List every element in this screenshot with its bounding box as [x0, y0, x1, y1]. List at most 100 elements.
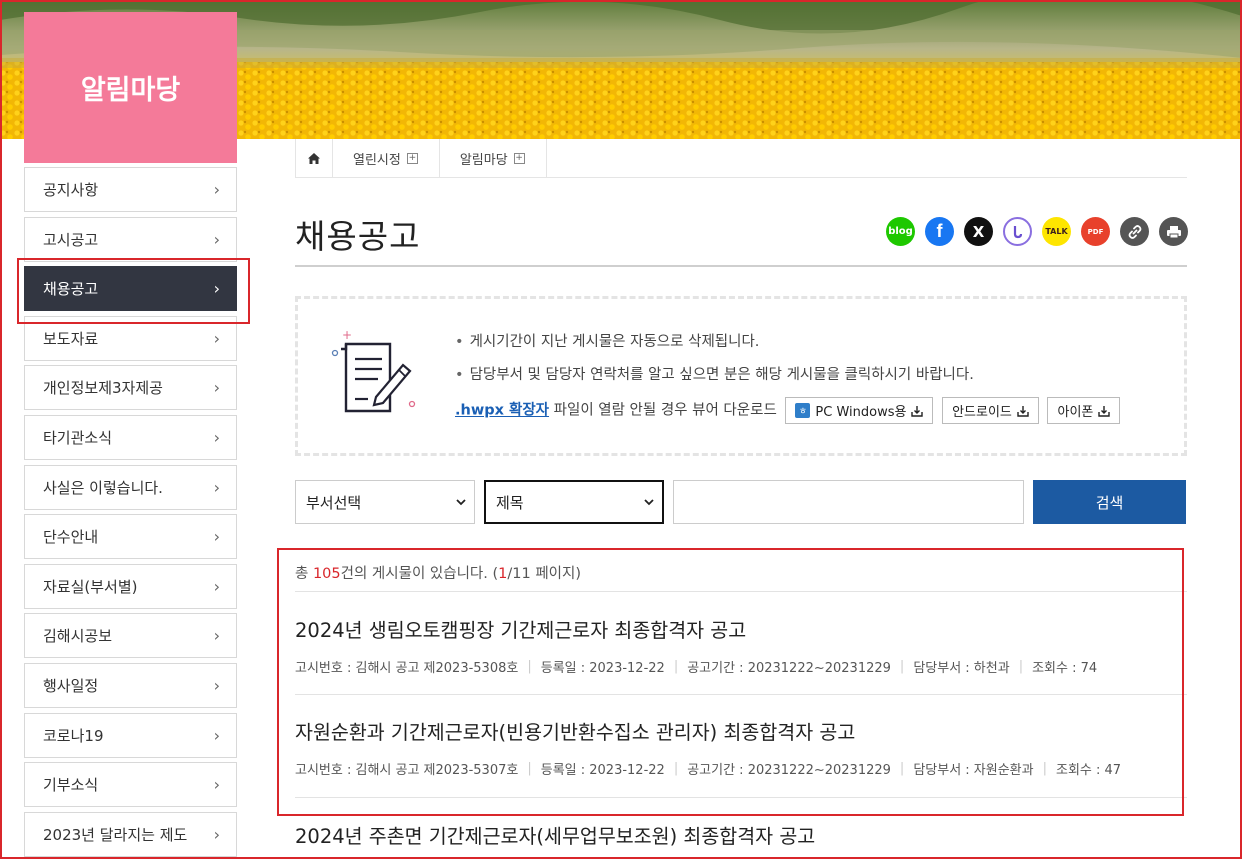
chevron-down-icon [644, 498, 654, 505]
search-field-select[interactable]: 제목 [484, 480, 664, 524]
facebook-icon[interactable]: f [925, 217, 954, 246]
title-divider [295, 265, 1187, 267]
x-icon[interactable]: X [964, 217, 993, 246]
download-android-button[interactable]: 안드로이드 [942, 397, 1039, 424]
post-title[interactable]: 2024년 생림오토캠핑장 기간제근로자 최종합격자 공고 [295, 614, 1187, 643]
results-summary: 총 105건의 게시물이 있습니다. (1/11 페이지) [295, 566, 581, 582]
post-title[interactable]: 자원순환과 기간제근로자(빈용기반환수집소 관리자) 최종합격자 공고 [295, 716, 1187, 745]
sidebar-item-privacy-third-party[interactable]: 개인정보제3자제공 › [24, 365, 237, 411]
total-count: 105 [312, 566, 341, 582]
link-glyph [1128, 224, 1141, 239]
share-toolbar: blog f X TALK PDF [886, 217, 1188, 246]
list-item[interactable]: 2024년 주촌면 기간제근로자(세무업무보조원) 최종합격자 공고 [295, 820, 1187, 849]
sidebar-item-2023-changes[interactable]: 2023년 달라지는 제도 › [24, 811, 237, 857]
notice-line-1: • 게시기간이 지난 게시물은 자동으로 삭제됩니다. [455, 334, 760, 350]
chevron-right-icon: › [213, 626, 220, 646]
sidebar-item-events[interactable]: 행사일정 › [24, 662, 237, 708]
hwpx-link[interactable]: .hwpx 확장자 [455, 403, 549, 419]
sidebar-item-label: 행사일정 [43, 676, 99, 695]
svg-text:+: + [342, 329, 352, 342]
post-divider [295, 797, 1187, 798]
select-value: 부서선택 [306, 493, 362, 512]
sidebar-item-label: 2023년 달라지는 제도 [43, 825, 188, 844]
sidebar-item-label: 사실은 이렇습니다. [43, 478, 163, 497]
chevron-right-icon: › [213, 279, 220, 299]
department-select[interactable]: 부서선택 [295, 480, 475, 524]
plus-icon: + [513, 152, 525, 164]
plus-icon: + [406, 152, 418, 164]
sidebar-item-label: 기부소식 [43, 776, 99, 795]
link-icon[interactable] [1120, 217, 1149, 246]
hwpx-text: 파일이 열람 안될 경우 뷰어 다운로드 [549, 402, 777, 419]
chevron-right-icon: › [213, 229, 220, 249]
notice-line-3: .hwpx 확장자 파일이 열람 안될 경우 뷰어 다운로드 ㅎ PC Windo… [455, 397, 1121, 424]
download-iphone-button[interactable]: 아이폰 [1047, 397, 1121, 424]
sidebar-item-covid19[interactable]: 코로나19 › [24, 712, 237, 758]
breadcrumb-item-open-city[interactable]: 열린시정 + [333, 139, 440, 177]
sidebar-item-other-agencies[interactable]: 타기관소식 › [24, 414, 237, 460]
summary-divider [295, 591, 1187, 592]
hangul-viewer-icon: ㅎ [795, 403, 811, 418]
sidebar-item-notices[interactable]: 공지사항 › [24, 167, 237, 212]
chevron-right-icon: › [213, 725, 220, 745]
sidebar-item-city-bulletin[interactable]: 김해시공보 › [24, 613, 237, 659]
chevron-right-icon: › [213, 477, 220, 497]
info-notice-box: + • 게시기간이 지난 게시물은 자동으로 삭제됩니다. • 담당부서 및 담당자… [295, 296, 1187, 456]
select-value: 제목 [496, 493, 524, 512]
sidebar-item-label: 채용공고 [43, 280, 99, 299]
download-icon [1098, 405, 1111, 417]
chevron-right-icon: › [213, 527, 220, 547]
sidebar-item-recruitment[interactable]: 채용공고 › [24, 266, 237, 312]
sidebar-item-donations[interactable]: 기부소식 › [24, 762, 237, 808]
sidebar-item-label: 단수안내 [43, 528, 99, 547]
download-label: 아이폰 [1057, 405, 1094, 420]
document-pen-icon: + [331, 329, 416, 413]
post-divider [295, 694, 1187, 695]
chevron-right-icon: › [213, 427, 220, 447]
sidebar-item-label: 공지사항 [43, 181, 99, 199]
home-link[interactable] [295, 139, 333, 177]
download-label: 안드로이드 [952, 405, 1012, 420]
breadcrumb-item-notice-board[interactable]: 알림마당 + [440, 139, 547, 177]
blog-icon[interactable]: blog [886, 217, 915, 246]
kakaotalk-icon[interactable]: TALK [1042, 217, 1071, 246]
print-icon[interactable] [1159, 217, 1188, 246]
current-page: 1 [498, 566, 508, 582]
sidebar-item-announcements[interactable]: 고시공고 › [24, 216, 237, 262]
download-pc-windows-button[interactable]: ㅎ PC Windows용 [785, 397, 934, 424]
sidebar-item-fact-check[interactable]: 사실은 이렇습니다. › [24, 464, 237, 510]
post-meta: 고시번호 : 김해시 공고 제2023-5307호 | 등록일 : 2023-12… [295, 761, 1122, 778]
chevron-right-icon: › [213, 378, 220, 398]
search-input[interactable] [673, 480, 1024, 524]
list-item[interactable]: 자원순환과 기간제근로자(빈용기반환수집소 관리자) 최종합격자 공고 고시번호… [295, 716, 1187, 778]
breadcrumb-label: 알림마당 [459, 152, 508, 168]
sidebar-item-label: 개인정보제3자제공 [43, 379, 163, 398]
sidebar-item-label: 김해시공보 [43, 627, 113, 646]
post-meta: 고시번호 : 김해시 공고 제2023-5308호 | 등록일 : 2023-12… [295, 659, 1098, 676]
breadcrumb-label: 열린시정 [353, 152, 401, 168]
download-label: PC Windows용 [815, 405, 907, 420]
sidebar-item-label: 코로나19 [43, 726, 104, 745]
home-icon [308, 152, 320, 164]
search-button[interactable]: 검색 [1033, 480, 1186, 524]
search-bar: 부서선택 제목 검색 [295, 480, 1186, 524]
chevron-right-icon: › [213, 576, 220, 596]
post-title[interactable]: 2024년 주촌면 기간제근로자(세무업무보조원) 최종합격자 공고 [295, 820, 1187, 849]
list-item[interactable]: 2024년 생림오토캠핑장 기간제근로자 최종합격자 공고 고시번호 : 김해시… [295, 614, 1187, 676]
sidebar-item-label: 타기관소식 [43, 428, 113, 447]
sidebar-item-water-outage[interactable]: 단수안내 › [24, 514, 237, 560]
sidebar-title: 알림마당 [24, 12, 237, 163]
page-title: 채용공고 [295, 217, 421, 256]
sidebar-item-press[interactable]: 보도자료 › [24, 315, 237, 361]
chevron-right-icon: › [213, 675, 220, 695]
chevron-right-icon: › [213, 180, 220, 199]
chevron-right-icon: › [213, 824, 220, 844]
notice-line-2: • 담당부서 및 담당자 연락처를 알고 싶으면 분은 해당 게시물을 클릭하시기… [455, 367, 974, 383]
sidebar-item-archive[interactable]: 자료실(부서별) › [24, 563, 237, 609]
download-icon [1017, 405, 1029, 417]
sidebar-nav: 공지사항 › 고시공고 › 채용공고 › 보도자료 › 개인정보제3자제공 › 타기관소식… [24, 167, 237, 859]
band-icon[interactable] [1003, 217, 1032, 246]
chevron-right-icon: › [213, 775, 220, 795]
print-glyph [1166, 225, 1181, 238]
pdf-icon[interactable]: PDF [1081, 217, 1110, 246]
